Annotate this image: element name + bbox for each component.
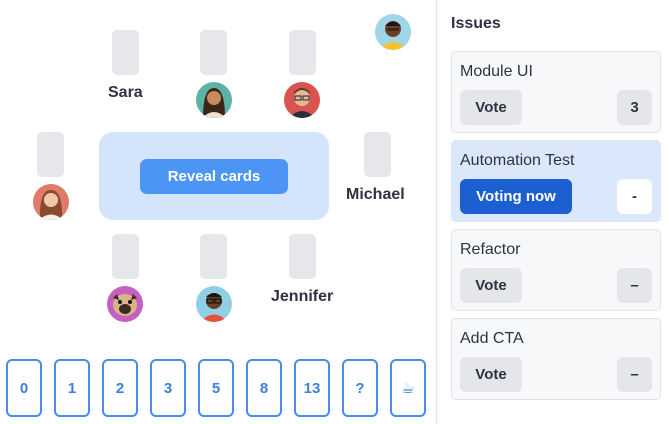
deck-card-2[interactable]: 2 bbox=[102, 359, 138, 417]
player-name-jennifer: Jennifer bbox=[271, 288, 334, 305]
issue-title: Module UI bbox=[460, 63, 533, 80]
avatar-player bbox=[284, 82, 320, 118]
vote-button[interactable]: Vote bbox=[460, 90, 522, 125]
issue-score: - bbox=[617, 179, 652, 214]
player-name-michael: Michael bbox=[346, 186, 405, 203]
issues-sidebar: Issues Module UI Vote 3 Automation Test … bbox=[436, 0, 669, 424]
deck-card-8[interactable]: 8 bbox=[246, 359, 282, 417]
issue-card[interactable]: Module UI Vote 3 bbox=[451, 51, 661, 133]
vote-button[interactable]: Vote bbox=[460, 357, 522, 392]
player-card-slot bbox=[200, 234, 227, 279]
player-card-slot bbox=[112, 30, 139, 75]
player-card-slot bbox=[200, 30, 227, 75]
issue-card[interactable]: Refactor Vote – bbox=[451, 229, 661, 311]
avatar-player bbox=[33, 184, 69, 220]
issue-card-active[interactable]: Automation Test Voting now - bbox=[451, 140, 661, 222]
vote-button[interactable]: Vote bbox=[460, 268, 522, 303]
poker-table: Reveal cards bbox=[99, 132, 329, 220]
issue-score: 3 bbox=[617, 90, 652, 125]
player-card-slot bbox=[289, 30, 316, 75]
issue-title: Automation Test bbox=[460, 152, 575, 169]
deck-card-coffee[interactable]: ☕ bbox=[390, 359, 426, 417]
voting-now-button[interactable]: Voting now bbox=[460, 179, 572, 214]
deck-card-3[interactable]: 3 bbox=[150, 359, 186, 417]
issue-score: – bbox=[617, 268, 652, 303]
planning-poker-app: Sara Michael Jennifer Reveal cards 0 1 2… bbox=[0, 0, 669, 424]
player-card-slot bbox=[364, 132, 391, 177]
issue-title: Refactor bbox=[460, 241, 521, 258]
reveal-cards-button[interactable]: Reveal cards bbox=[140, 159, 288, 194]
avatar-player bbox=[196, 286, 232, 322]
issues-title: Issues bbox=[451, 15, 501, 32]
avatar-player bbox=[196, 82, 232, 118]
player-name-sara: Sara bbox=[108, 84, 143, 101]
issue-card[interactable]: Add CTA Vote – bbox=[451, 318, 661, 400]
issue-title: Add CTA bbox=[460, 330, 524, 347]
deck-card-5[interactable]: 5 bbox=[198, 359, 234, 417]
card-deck: 0 1 2 3 5 8 13 ? ☕ bbox=[6, 359, 426, 417]
deck-card-0[interactable]: 0 bbox=[6, 359, 42, 417]
avatar-dog bbox=[107, 286, 143, 322]
issue-score: – bbox=[617, 357, 652, 392]
deck-card-question[interactable]: ? bbox=[342, 359, 378, 417]
deck-card-13[interactable]: 13 bbox=[294, 359, 330, 417]
deck-card-1[interactable]: 1 bbox=[54, 359, 90, 417]
player-card-slot bbox=[289, 234, 316, 279]
player-card-slot bbox=[37, 132, 64, 177]
player-card-slot bbox=[112, 234, 139, 279]
avatar-top-right bbox=[375, 14, 411, 50]
